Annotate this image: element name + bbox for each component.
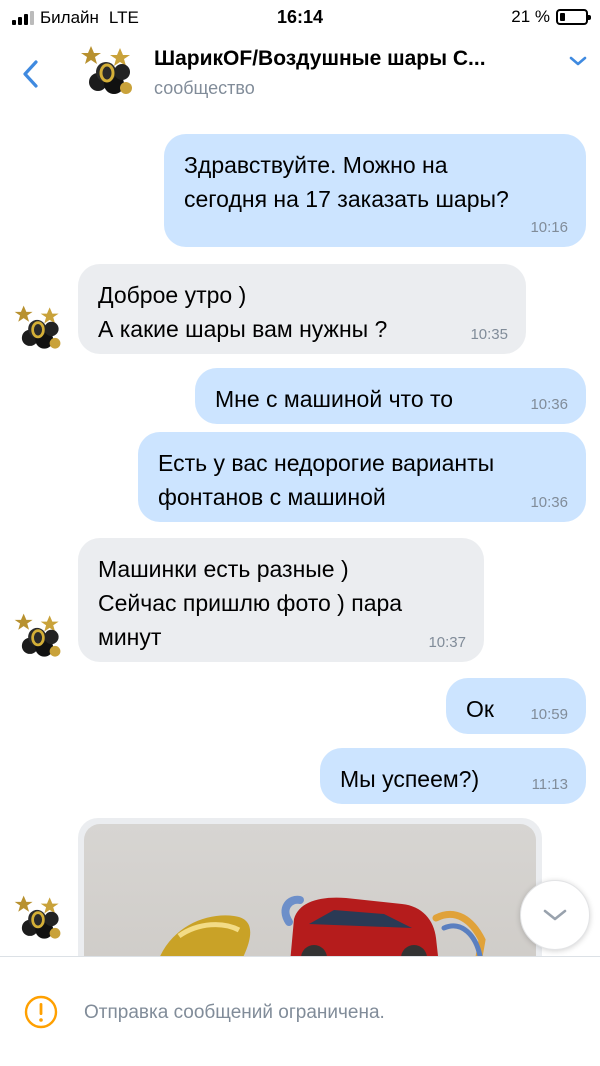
message-time: 10:16 (530, 219, 568, 236)
message-bubble-incoming[interactable]: Машинки есть разные ) Сейчас пришлю фото… (78, 538, 484, 662)
message-time: 10:36 (530, 396, 568, 413)
message-bubble-outgoing[interactable]: Ок 10:59 (446, 678, 586, 734)
chevron-down-icon (543, 909, 567, 921)
message-list[interactable]: Здравствуйте. Можно на сегодня на 17 зак… (0, 116, 600, 956)
composer-footer: Отправка сообщений ограничена. (0, 956, 600, 1066)
message-bubble-outgoing[interactable]: Мы успеем?) 11:13 (320, 748, 586, 804)
message-bubble-incoming[interactable]: Доброе утро ) А какие шары вам нужны ? 1… (78, 264, 526, 354)
community-avatar[interactable] (78, 42, 136, 100)
chevron-left-icon (23, 60, 38, 88)
message-time: 10:36 (530, 494, 568, 511)
back-button[interactable] (14, 54, 46, 94)
messaging-restricted-notice: Отправка сообщений ограничена. (84, 1002, 385, 1023)
message-time: 10:35 (470, 326, 508, 343)
status-time: 16:14 (276, 7, 324, 27)
message-text: Доброе утро ) А какие шары вам нужны ? (98, 282, 388, 342)
message-text: Мне с машиной что то (215, 386, 454, 412)
sender-avatar[interactable] (12, 892, 64, 944)
photo-attachment[interactable] (84, 824, 536, 956)
message-text: Машинки есть разные ) Сейчас пришлю фото… (98, 556, 403, 650)
scroll-down-button[interactable] (520, 880, 590, 950)
message-time: 11:13 (531, 776, 568, 793)
chat-title[interactable]: ШарикOF/Воздушные шары С... (154, 47, 554, 71)
message-time: 10:59 (530, 706, 568, 723)
chevron-down-icon[interactable] (568, 54, 588, 68)
photo-message[interactable] (78, 818, 542, 956)
chat-subtitle: сообщество (154, 78, 255, 98)
battery-icon (556, 9, 591, 25)
status-bar: Билайн LTE 16:14 21 % (0, 0, 600, 34)
message-bubble-outgoing[interactable]: Есть у вас недорогие варианты фонтанов с… (138, 432, 586, 522)
warning-icon (24, 995, 58, 1029)
battery-percent: 21 % (511, 7, 550, 26)
message-bubble-outgoing[interactable]: Здравствуйте. Можно на сегодня на 17 зак… (164, 134, 586, 247)
message-bubble-outgoing[interactable]: Мне с машиной что то 10:36 (195, 368, 586, 424)
message-text: Здравствуйте. Можно на сегодня на 17 зак… (184, 152, 509, 212)
sender-avatar[interactable] (12, 302, 64, 354)
chat-header: ШарикOF/Воздушные шары С... сообщество (0, 34, 600, 116)
message-time: 10:37 (428, 634, 466, 651)
message-text: Есть у вас недорогие варианты фонтанов с… (158, 450, 495, 510)
sender-avatar[interactable] (12, 610, 64, 662)
